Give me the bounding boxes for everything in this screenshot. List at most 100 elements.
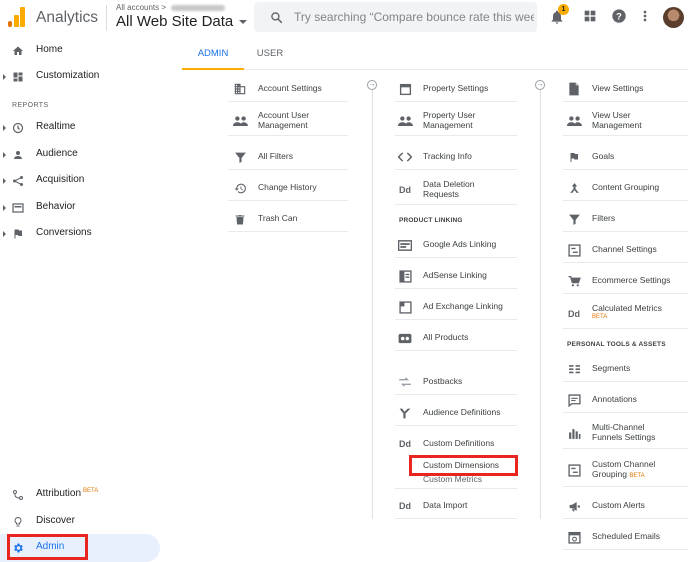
more-options-button[interactable] [641, 8, 659, 26]
nav-audience[interactable]: Audience [0, 143, 170, 167]
audience-definitions-icon [397, 405, 413, 421]
row-divider [563, 101, 688, 102]
notifications-button[interactable]: 1 [549, 4, 569, 26]
nav-acquisition[interactable]: Acquisition [0, 169, 170, 193]
content-grouping-icon [566, 180, 582, 196]
flag-icon [566, 149, 582, 165]
all-products-link[interactable]: All Products [397, 327, 521, 351]
custom-metrics-link[interactable]: Custom Metrics [423, 474, 482, 484]
adsense-linking-label: AdSense Linking [423, 270, 487, 280]
document-icon [566, 81, 582, 97]
nav-discover[interactable]: Discover [0, 510, 170, 534]
custom-alerts-link[interactable]: Custom Alerts [566, 495, 688, 519]
property-settings-label: Property Settings [423, 83, 489, 93]
account-settings-link[interactable]: Account Settings [232, 78, 356, 102]
scheduled-emails-label: Scheduled Emails [592, 531, 661, 541]
custom-definitions-link[interactable]: Dd Custom Definitions [397, 433, 521, 457]
ad-exchange-linking-label: Ad Exchange Linking [423, 301, 503, 311]
nav-attribution[interactable]: Attribution BETA [0, 483, 170, 507]
row-divider [395, 101, 517, 102]
segments-link[interactable]: Segments [566, 358, 688, 382]
personal-tools-header: PERSONAL TOOLS & ASSETS [567, 341, 666, 348]
code-icon [397, 149, 413, 165]
filter-icon [566, 211, 582, 227]
property-user-management-label: Property User Management [423, 110, 475, 130]
behavior-icon [12, 203, 24, 213]
nav-conversions[interactable]: Conversions [0, 222, 170, 246]
view-settings-link[interactable]: View Settings [566, 78, 688, 102]
nav-realtime[interactable]: Realtime [0, 116, 170, 140]
filters-label: Filters [592, 213, 616, 223]
expand-arrow-icon [3, 178, 6, 184]
tab-admin[interactable]: ADMIN [182, 36, 244, 70]
content-grouping-link[interactable]: Content Grouping [566, 177, 688, 201]
row-divider [228, 135, 348, 136]
analytics-logo-icon[interactable] [8, 7, 26, 27]
help-button[interactable]: ? [611, 8, 629, 26]
nav-discover-label: Discover [36, 515, 75, 526]
view-selector[interactable]: All Web Site Data [116, 13, 248, 30]
view-user-management-link[interactable]: View User Management [566, 110, 688, 134]
breadcrumb-all-accounts[interactable]: All accounts [116, 3, 159, 12]
ecommerce-settings-link[interactable]: Ecommerce Settings [566, 270, 688, 294]
google-ads-linking-link[interactable]: Google Ads Linking [397, 234, 521, 258]
apps-grid-icon [584, 10, 596, 22]
bar-chart-icon [566, 425, 582, 441]
reports-section-header: REPORTS [12, 102, 49, 109]
property-settings-link[interactable]: Property Settings [397, 78, 521, 102]
row-divider [563, 231, 688, 232]
dd-icon: Dd [566, 306, 582, 322]
filters-link[interactable]: Filters [566, 208, 688, 232]
data-deletion-requests-link[interactable]: Dd Data Deletion Requests [397, 179, 521, 203]
row-divider [228, 231, 348, 232]
segments-label: Segments [592, 363, 631, 373]
nav-customization[interactable]: Customization [0, 65, 170, 89]
all-filters-link[interactable]: All Filters [232, 146, 356, 170]
annotations-link[interactable]: Annotations [566, 389, 688, 413]
audience-definitions-link[interactable]: Audience Definitions [397, 402, 521, 426]
calculated-metrics-link[interactable]: Dd Calculated Metrics BETA [566, 303, 688, 327]
dashboard-icon [13, 72, 23, 82]
left-navigation: Home Customization REPORTS Realtime Audi… [0, 36, 182, 562]
nav-behavior[interactable]: Behavior [0, 196, 170, 220]
view-name: All Web Site Data [116, 13, 234, 30]
scheduled-emails-link[interactable]: Scheduled Emails [566, 526, 688, 550]
ad-exchange-linking-link[interactable]: Ad Exchange Linking [397, 296, 521, 320]
goals-link[interactable]: Goals [566, 146, 688, 170]
tracking-info-link[interactable]: Tracking Info [397, 146, 521, 170]
row-divider [395, 288, 517, 289]
row-divider [395, 394, 517, 395]
multi-channel-funnels-settings-link[interactable]: Multi-Channel Funnels Settings [566, 422, 688, 446]
attribution-text: Attribution [36, 488, 82, 499]
search-placeholder: Try searching “Compare bounce rate this … [294, 10, 534, 24]
label-line-1: Account User [258, 110, 310, 120]
channel-settings-link[interactable]: Channel Settings [566, 239, 688, 263]
user-avatar[interactable] [663, 7, 684, 28]
lightbulb-icon [14, 517, 22, 527]
nav-customization-label: Customization [36, 70, 100, 81]
change-history-link[interactable]: Change History [232, 177, 356, 201]
dd-glyph: Dd [399, 439, 411, 449]
trash-can-link[interactable]: Trash Can [232, 208, 356, 232]
all-filters-label: All Filters [258, 151, 293, 161]
segments-icon [566, 361, 582, 377]
adsense-linking-link[interactable]: AdSense Linking [397, 265, 521, 289]
custom-channel-grouping-label: Custom Channel Grouping BETA [592, 459, 655, 481]
row-divider [563, 486, 688, 487]
product-linking-header: PRODUCT LINKING [399, 217, 463, 224]
property-user-management-link[interactable]: Property User Management [397, 110, 521, 134]
account-user-management-link[interactable]: Account User Management [232, 110, 356, 134]
people-icon [566, 113, 582, 129]
search-bar[interactable]: Try searching “Compare bounce rate this … [254, 2, 537, 32]
custom-channel-grouping-link[interactable]: Custom Channel Grouping BETA [566, 459, 688, 483]
dd-glyph: Dd [399, 185, 411, 195]
apps-button[interactable] [582, 8, 600, 26]
account-breadcrumb[interactable]: All accounts > [116, 3, 226, 12]
person-icon [14, 151, 22, 159]
nav-home[interactable]: Home [0, 39, 170, 63]
postbacks-label: Postbacks [423, 376, 463, 386]
data-import-link[interactable]: Dd Data Import [397, 495, 521, 519]
tab-user[interactable]: USER [244, 36, 296, 70]
search-icon [271, 11, 283, 23]
postbacks-link[interactable]: Postbacks [397, 371, 521, 395]
